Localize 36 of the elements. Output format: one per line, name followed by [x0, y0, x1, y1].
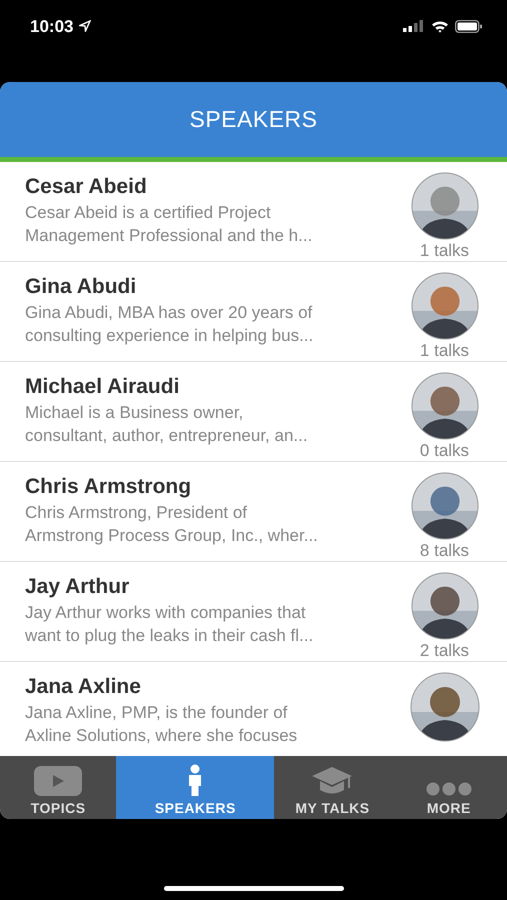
- talk-count: 2 talks: [420, 641, 470, 661]
- talk-count: 8 talks: [420, 541, 470, 561]
- speaker-name: Cesar Abeid: [25, 175, 148, 199]
- talk-count: 1 talks: [420, 241, 470, 261]
- speaker-name: Jay Arthur: [25, 575, 130, 599]
- wifi-icon: [431, 20, 449, 33]
- person-icon: [187, 764, 204, 796]
- speaker-name: Gina Abudi: [25, 275, 138, 299]
- tab-item[interactable]: SPEAKERS: [116, 756, 274, 819]
- more-dots-icon: [426, 782, 472, 796]
- location-arrow-icon: [79, 20, 92, 32]
- speaker-row[interactable]: Chris Armstrong Chris Armstrong, President of Armstrong Process Group, Inc., wher... 8 talks: [0, 462, 507, 562]
- speaker-row[interactable]: Jay Arthur Jay Arthur works with companies that want to plug the leaks in their cash fl... 2 talks: [0, 562, 507, 662]
- signal-icon: [403, 20, 425, 32]
- status-time: 10:03: [30, 17, 74, 37]
- speaker-name: Michael Airaudi: [25, 375, 180, 399]
- speaker-row[interactable]: Michael Airaudi Michael is a Business owner, consultant, author, entrepreneur, an... 0 talks: [0, 362, 507, 462]
- speaker-description: Michael is a Business owner, consultant, author, entrepreneur, an...: [25, 402, 309, 447]
- tab-item[interactable]: TOPICS: [0, 756, 116, 819]
- speaker-row[interactable]: Cesar Abeid Cesar Abeid is a certified Project Management Professional and the h... 1 talks: [0, 162, 507, 262]
- speaker-description: Jay Arthur works with companies that want to plug the leaks in their cash fl...: [25, 602, 314, 647]
- play-icon: [34, 766, 82, 796]
- speaker-name: Chris Armstrong: [25, 475, 192, 499]
- talk-count: 1 talks: [420, 341, 470, 361]
- graduation-cap-icon: [311, 766, 354, 796]
- talk-count: 0 talks: [420, 441, 470, 461]
- tab-item[interactable]: MY TALKS: [274, 756, 391, 819]
- speaker-name: Jana Axline: [25, 675, 142, 699]
- speaker-row[interactable]: Gina Abudi Gina Abudi, MBA has over 20 years of consulting experience in helping bus... 1 talks: [0, 262, 507, 362]
- tab-item[interactable]: MORE: [390, 756, 507, 819]
- speaker-description: Chris Armstrong, President of Armstrong Process Group, Inc., wher...: [25, 502, 319, 547]
- battery-icon: [455, 20, 483, 33]
- speaker-description: Jana Axline, PMP, is the founder of Axline Solutions, where she focuses: [25, 702, 298, 747]
- screen-title: SPEAKERS: [190, 106, 318, 133]
- speaker-description: Gina Abudi, MBA has over 20 years of consulting experience in helping bus...: [25, 302, 314, 347]
- speaker-description: Cesar Abeid is a certified Project Management Professional and the h...: [25, 202, 314, 247]
